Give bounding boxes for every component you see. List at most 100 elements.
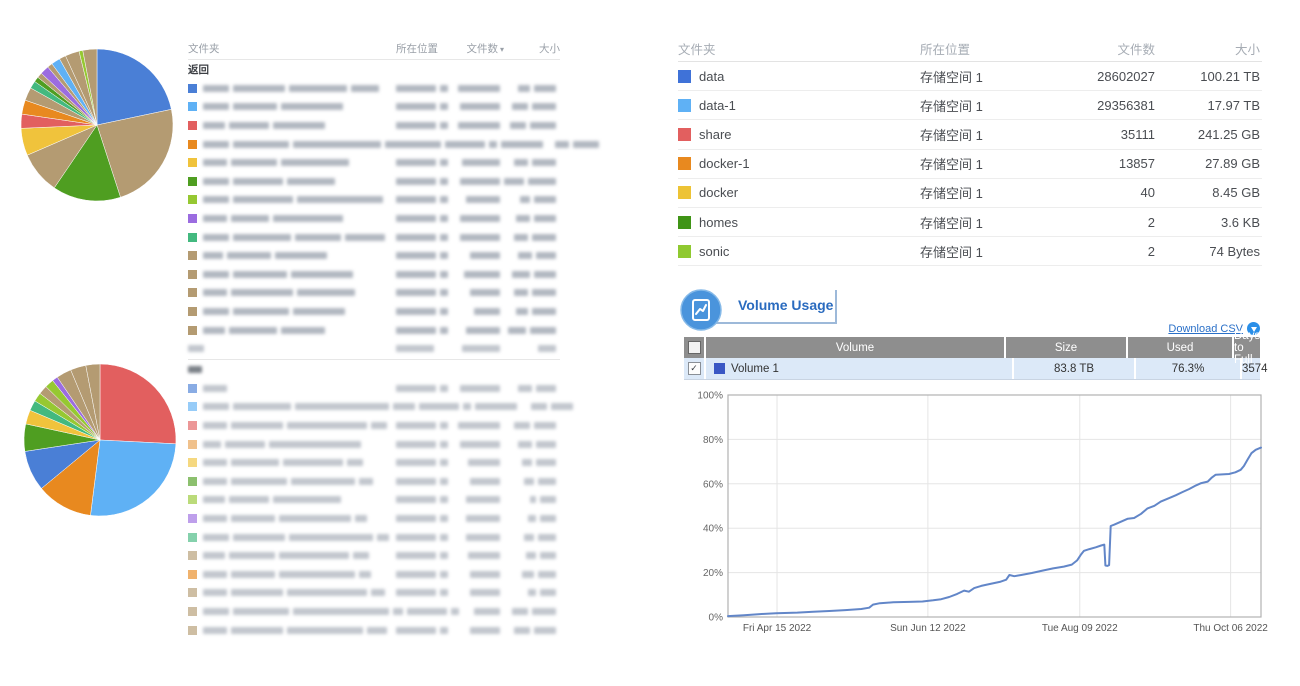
header-volume-size[interactable]: Size [1006,337,1128,358]
redacted-text [407,608,447,615]
header-location[interactable]: 所在位置 [396,41,458,56]
folder-row-redacted[interactable] [188,265,560,284]
redacted-text [396,289,436,296]
folder-row-redacted[interactable] [188,246,560,265]
redacted-text [540,552,556,559]
redacted-text [231,215,269,222]
shared-folder-row[interactable]: homes存储空间 123.6 KB [678,208,1262,237]
header-location[interactable]: 所在位置 [920,39,1080,58]
header-folder[interactable]: 文件夹 [678,39,920,58]
folder-row-redacted[interactable] [188,302,560,321]
redacted-text [532,234,556,241]
redacted-text [188,366,202,373]
y-axis-tick-label: 40% [703,524,723,535]
redacted-text [466,196,500,203]
redacted-text [229,122,269,129]
folder-row-redacted[interactable] [188,228,560,247]
folder-row-redacted[interactable] [188,565,560,584]
folder-color-swatch [188,626,197,635]
folder-usage-pie-bottom[interactable] [20,360,180,520]
redacted-text [396,515,436,522]
redacted-text [203,534,229,541]
redacted-text [396,308,436,315]
volume-row[interactable]: ✓ Volume 1 83.8 TB 76.3% 3574 [684,358,1260,379]
folder-row-redacted[interactable] [188,546,560,565]
folder-row-redacted[interactable] [188,172,560,191]
folder-row-redacted[interactable] [188,602,560,621]
folder-filecount: 2 [1080,244,1155,259]
redacted-text [291,271,353,278]
select-all-checkbox[interactable] [688,341,701,354]
redacted-text [460,103,500,110]
folder-row-redacted[interactable] [188,509,560,528]
redacted-text [203,478,227,485]
redacted-text [440,627,448,634]
folder-row-redacted[interactable] [188,621,560,640]
redacted-text [440,571,448,578]
folder-row-redacted[interactable] [188,284,560,303]
redacted-text [355,515,367,522]
folder-row-redacted[interactable] [188,491,560,510]
header-days-to-full[interactable]: Days to Full [1234,337,1260,358]
redacted-text [233,608,289,615]
folder-row-redacted[interactable] [188,191,560,210]
header-size[interactable]: 大小 [1155,39,1262,58]
folder-row-redacted[interactable] [188,453,560,472]
folder-rows-bottom [188,379,560,639]
folder-row-redacted[interactable] [188,472,560,491]
header-folder[interactable]: 文件夹 [188,41,396,56]
redacted-text [393,403,415,410]
shared-folder-row[interactable]: share存储空间 135111241.25 GB [678,120,1262,149]
header-filecount[interactable]: 文件数▾ [458,41,504,56]
download-csv-link[interactable]: Download CSV [1168,323,1243,335]
header-used[interactable]: Used [1128,337,1234,358]
folder-row-redacted[interactable] [188,98,560,117]
shared-folder-row[interactable]: data存储空间 128602027100.21 TB [678,62,1262,91]
folder-usage-pie-top[interactable] [17,45,177,205]
select-all-checkbox-cell[interactable] [684,337,706,358]
redacted-text [203,441,221,448]
redacted-text [501,141,543,148]
folder-color-swatch [678,157,691,170]
folder-row-redacted[interactable] [188,528,560,547]
redacted-text [458,122,500,129]
redacted-text [231,459,279,466]
redacted-text [518,85,530,92]
folder-row-redacted[interactable] [188,379,560,398]
folder-name: docker-1 [699,156,750,171]
folder-row-redacted[interactable] [188,416,560,435]
folder-row-redacted[interactable] [188,79,560,98]
folder-color-swatch [188,140,197,149]
folder-row-redacted[interactable] [188,435,560,454]
header-volume[interactable]: Volume [706,337,1006,358]
redacted-text [514,422,530,429]
folder-row-redacted[interactable] [188,153,560,172]
shared-folder-row[interactable]: data-1存储空间 12935638117.97 TB [678,91,1262,120]
redacted-text [468,552,500,559]
volume-checkbox[interactable]: ✓ [688,362,701,375]
folder-row-redacted[interactable] [188,116,560,135]
redacted-text [536,385,556,392]
pie-slice[interactable] [100,364,176,444]
redacted-text [396,385,436,392]
shared-folder-row[interactable]: docker-1存储空间 11385727.89 GB [678,150,1262,179]
redacted-text [534,627,556,634]
header-size[interactable]: 大小 [504,41,560,56]
shared-folder-row[interactable]: docker存储空间 1408.45 GB [678,179,1262,208]
redacted-text [203,234,229,241]
folder-row-redacted[interactable] [188,321,560,340]
redacted-text [440,196,448,203]
folder-row-redacted[interactable] [188,584,560,603]
header-filecount[interactable]: 文件数 [1080,39,1155,58]
folder-row-redacted[interactable] [188,209,560,228]
back-link[interactable]: 返回 [188,62,209,77]
redacted-text [396,345,434,352]
redacted-text [297,196,383,203]
folder-row-redacted[interactable] [188,135,560,154]
shared-folder-row[interactable]: sonic存储空间 1274 Bytes [678,237,1262,266]
folder-row-redacted[interactable] [188,398,560,417]
back-link-redacted[interactable] [188,360,560,379]
redacted-text [504,178,524,185]
pie-slice[interactable] [90,440,175,516]
volume-checkbox-cell[interactable]: ✓ [684,358,706,379]
